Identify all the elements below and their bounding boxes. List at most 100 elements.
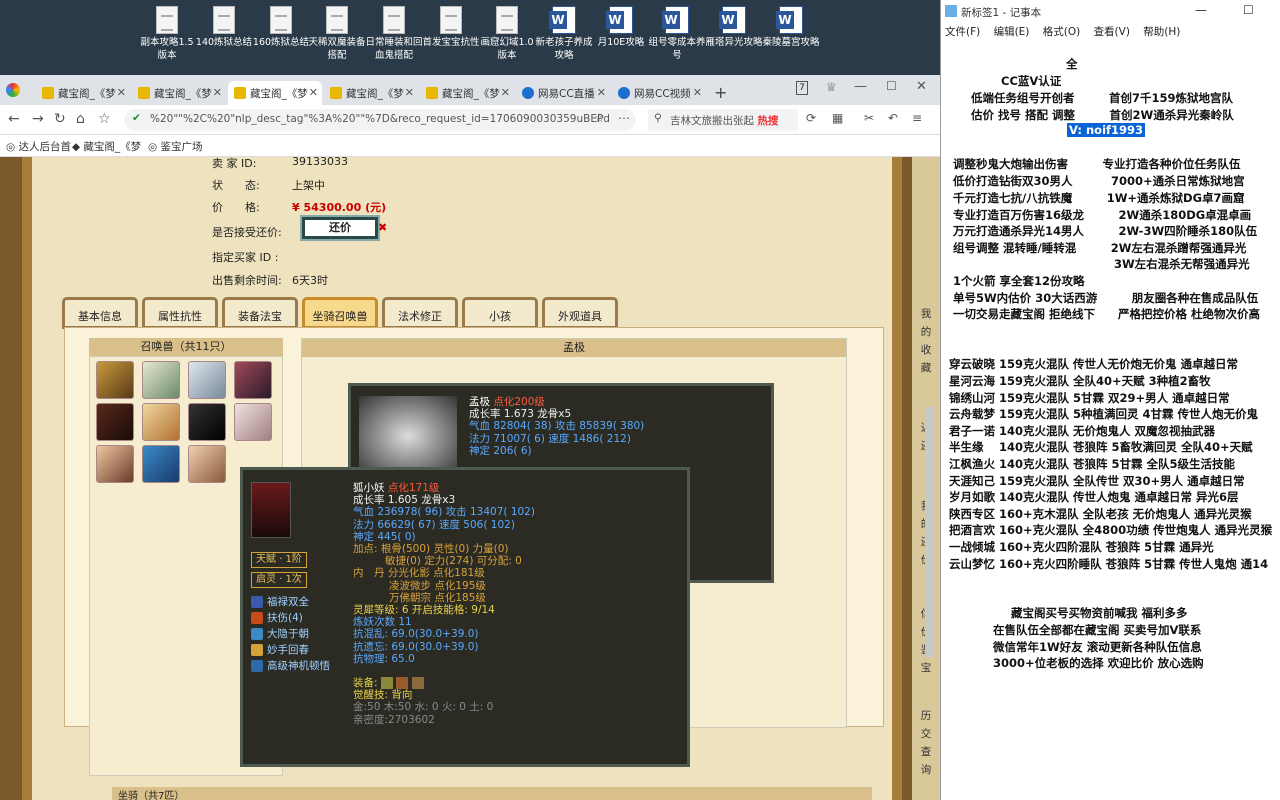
menu-view[interactable]: 查看(V) [1094,26,1130,38]
tab-basic-info[interactable]: 基本信息 [62,297,138,329]
pet-thumbnail[interactable] [188,445,226,483]
desktop-word-icon[interactable]: 雁塔异光攻略 [705,6,763,49]
menu-help[interactable]: 帮助(H) [1143,26,1180,38]
search-input[interactable]: ⚲ 吉林文旅搬出张起 热搜 [648,109,798,131]
pet-level: 点化171级 [387,482,440,494]
more-icon[interactable]: ⋯ [618,111,630,125]
menu-icon[interactable]: ≡ [912,111,922,125]
pet-thumbnail[interactable] [96,361,134,399]
desktop-file-icon[interactable]: 首发宝宝抗性 [422,6,480,49]
tab-equipment[interactable]: 装备法宝 [222,297,298,329]
minimize-icon[interactable]: — [1195,3,1207,17]
page-scrollbar[interactable] [925,407,933,657]
tab-mounts-pets[interactable]: 坐骑召唤兽 [302,297,378,329]
menu-format[interactable]: 格式(O) [1043,26,1080,38]
close-icon[interactable]: ✕ [117,86,126,99]
desktop-file-icon[interactable]: 天稀双魔装备搭配 [308,6,366,62]
time-value: 6天3时 [292,274,328,287]
pet-thumbnail[interactable] [142,361,180,399]
talent-badge: 天赋 · 1阶 [251,552,307,569]
browser-tab[interactable]: 网易CC直播 ✕ [516,81,610,105]
pet-growth: 成长率 1.605 龙骨x3 [353,494,456,507]
desktop-file-icon[interactable]: 日常睡装和回血鬼搭配 [365,6,423,62]
undo-icon[interactable]: ↶ [888,111,898,125]
pet-thumbnail[interactable] [188,361,226,399]
desktop-word-icon[interactable]: 组号零成本养号 [648,6,706,62]
close-window-icon[interactable]: ✕ [916,79,927,94]
minimize-icon[interactable]: — [854,79,867,94]
counter-offer-button[interactable]: 还价 [302,217,378,239]
desktop-file-icon[interactable]: 160炼狱总结 [252,6,310,49]
close-icon[interactable]: ✕ [405,86,414,99]
search-icon: ⚲ [654,112,662,124]
tab-children[interactable]: 小孩 [462,297,538,329]
desktop-word-icon[interactable]: 新老孩子养成攻略 [535,6,593,62]
shirt-icon[interactable]: ♕ [826,80,837,94]
notepad-line: 岁月如歌 140克火混队 传世人炮鬼 通卓越日常 异光6层 [949,490,1239,504]
desktop-file-icon[interactable]: 140炼狱总结 [195,6,253,49]
new-tab-button[interactable]: + [714,83,727,102]
browser-window: 藏宝阁_《梦 ✕ 藏宝阁_《梦 ✕ 藏宝阁_《梦 ✕ 藏宝阁_《梦 ✕ 藏宝阁_《梦 ✕ … [0,75,940,800]
pet-thumbnail[interactable] [142,445,180,483]
home-icon[interactable]: ⌂ [76,111,85,127]
word-doc-icon [776,6,803,34]
browser-tab[interactable]: 藏宝阁_《梦 ✕ [36,81,130,105]
notepad-line: 穿云破晓 159克火混队 传世人无价炮无价鬼 通卓越日常 [949,357,1239,371]
menu-edit[interactable]: 编辑(E) [994,26,1030,38]
side-nav-history[interactable]: 历交查询 [916,707,936,779]
browser-tab[interactable]: 藏宝阁_《梦 ✕ [132,81,226,105]
browser-tab[interactable]: 藏宝阁_《梦 ✕ [324,81,418,105]
desktop-word-icon[interactable]: 秦陵墓宫攻略 [762,6,820,49]
close-icon[interactable]: ✕ [597,86,606,99]
pet-thumbnail[interactable] [142,403,180,441]
desktop-file-icon[interactable]: 画窟幻域1.0版本 [478,6,536,62]
desktop-icon-label: 画窟幻域1.0版本 [480,37,534,61]
pet-thumbnail[interactable] [234,361,272,399]
menu-file[interactable]: 文件(F) [945,26,980,38]
forward-icon[interactable]: → [32,111,44,127]
tab-attributes[interactable]: 属性抗性 [142,297,218,329]
pet-thumbnail[interactable] [188,403,226,441]
collections-icon[interactable]: ▦ [832,111,843,125]
close-icon[interactable]: ✕ [213,86,222,99]
favorite-icon[interactable]: ☆ [594,111,605,125]
sync-icon[interactable]: ⟳ [806,111,816,125]
bookmark-item[interactable]: ◎ 鉴宝广场 [148,139,203,154]
tab-count-badge[interactable]: 7 [796,81,808,95]
browser-tab[interactable]: 网易CC视频 ✕ [612,81,706,105]
maximize-icon[interactable]: ☐ [886,79,897,93]
tab-appearance[interactable]: 外观道具 [542,297,618,329]
pet-shen: 神定 445( 0) [353,530,416,543]
bookmark-item[interactable]: ◎ 达人后台首 [6,139,71,154]
pet-thumbnail[interactable] [96,403,134,441]
close-icon[interactable]: ✕ [309,86,318,99]
treasure-icon [234,87,246,99]
desktop-word-icon[interactable]: 月10E攻略 [592,6,650,49]
pet-intimacy: 亲密度:2703602 [353,713,435,726]
browser-tab-active[interactable]: 藏宝阁_《梦 ✕ [228,81,322,105]
refresh-icon[interactable]: ↻ [54,111,66,127]
notepad-line: 专业打造百万伤害16级龙 2W通杀180DG卓混卓画 [953,208,1252,222]
notepad-line: 陕西专区 160+克木混队 全队老孩 无价炮鬼人 通异光灵猴 [949,507,1252,521]
browser-tab[interactable]: 藏宝阁_《梦 ✕ [420,81,514,105]
skill-item: 高级神机顿悟 [251,658,330,674]
pet-elements: 金:50 木:50 水: 0 火: 0 土: 0 [353,701,494,714]
pet-thumbnail[interactable] [96,445,134,483]
desktop-icon-label: 日常睡装和回血鬼搭配 [365,37,423,61]
mount-image [359,396,457,476]
bookmark-item[interactable]: ◆ 藏宝阁_《梦 [72,139,141,154]
side-nav-favorites[interactable]: 我的收藏 [916,305,936,377]
pet-mp-speed: 法力 66629( 67) 速度 506( 102) [353,518,515,531]
pet-neidan-2: 凌波微步 点化195级 [389,579,486,592]
url-input[interactable]: ✔ %20""%2C%20"nlp_desc_tag"%3A%20""%7D&re… [124,109,636,131]
maximize-icon[interactable]: ☐ [1243,3,1254,17]
close-icon[interactable]: ✕ [501,86,510,99]
tab-spells[interactable]: 法术修正 [382,297,458,329]
back-icon[interactable]: ← [8,111,20,127]
pet-thumbnail[interactable] [234,403,272,441]
close-icon[interactable]: ✕ [693,86,702,99]
bookmark-star-icon[interactable]: ☆ [98,111,111,127]
desktop-file-icon[interactable]: 副本攻略1.5版本 [138,6,196,62]
scissors-icon[interactable]: ✂ [864,111,874,125]
skill-icon [251,596,263,609]
